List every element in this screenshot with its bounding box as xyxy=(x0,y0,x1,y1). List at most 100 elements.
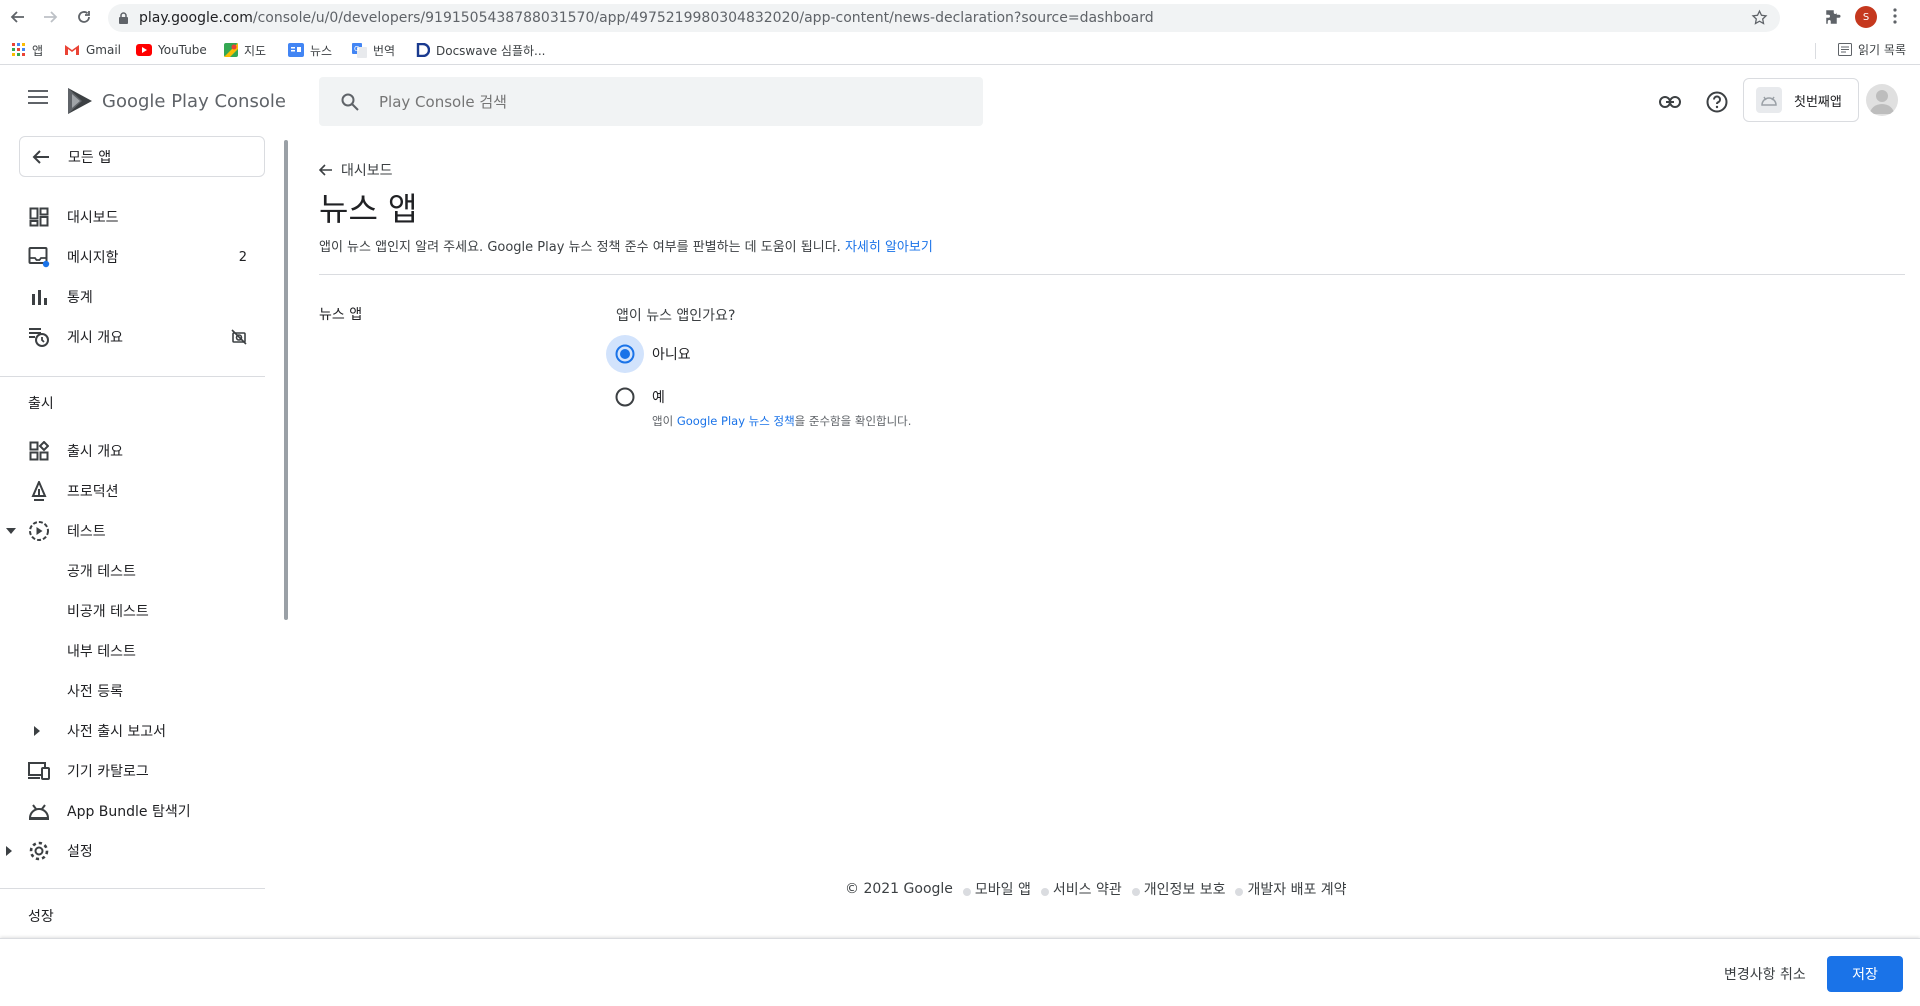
bottom-action-bar: 변경사항 취소 저장 xyxy=(0,938,1920,1006)
sidebar-item-testing[interactable]: 테스트 xyxy=(0,513,265,549)
bookmark-label: 뉴스 xyxy=(310,43,333,58)
radio-option-no[interactable]: 아니요 xyxy=(606,335,691,373)
bookmark-apps[interactable]: 앱 xyxy=(12,41,43,59)
search-box[interactable] xyxy=(319,77,983,126)
radio-no[interactable] xyxy=(606,335,644,373)
sidebar-item-label: 사전 등록 xyxy=(67,684,123,700)
translate-icon: G xyxy=(352,42,367,58)
all-apps-button[interactable]: 모든 앱 xyxy=(19,136,265,177)
sidebar-item-pre-registration[interactable]: 사전 등록 xyxy=(0,673,265,709)
bookmark-youtube[interactable]: YouTube xyxy=(136,41,207,59)
bookmark-translate[interactable]: G 번역 xyxy=(352,41,395,59)
breadcrumb-back-arrow-icon xyxy=(319,164,333,176)
inbox-icon xyxy=(28,246,50,268)
footer-dot xyxy=(1131,888,1140,896)
sidebar-item-release-overview[interactable]: 출시 개요 xyxy=(0,433,265,469)
sidebar-item-dashboard[interactable]: 대시보드 xyxy=(0,199,265,235)
bookmark-label: 지도 xyxy=(244,43,267,58)
android-app-icon xyxy=(1756,87,1782,113)
description-text: 앱이 뉴스 앱인지 알려 주세요. Google Play 뉴스 정책 준수 여… xyxy=(319,240,841,255)
bar-chart-icon xyxy=(28,286,50,308)
extensions-puzzle-icon[interactable] xyxy=(1824,8,1842,26)
breadcrumb[interactable]: 대시보드 xyxy=(319,160,393,180)
caret-right-icon[interactable] xyxy=(6,846,12,856)
bookmark-label: Gmail xyxy=(86,43,122,57)
sidebar-item-label: 메시지함 xyxy=(67,250,119,266)
sidebar-item-device-catalog[interactable]: 기기 카탈로그 xyxy=(0,753,265,789)
reload-icon[interactable] xyxy=(74,7,94,27)
bookmark-gmail[interactable]: Gmail xyxy=(64,41,121,59)
bookmark-label: 앱 xyxy=(32,43,44,58)
learn-more-link[interactable]: 자세히 알아보기 xyxy=(845,240,933,255)
logo-text-google-play: Google Play xyxy=(102,90,209,112)
page-description: 앱이 뉴스 앱인지 알려 주세요. Google Play 뉴스 정책 준수 여… xyxy=(319,236,933,255)
all-apps-label: 모든 앱 xyxy=(68,149,112,166)
sidebar-item-statistics[interactable]: 통계 xyxy=(0,279,265,315)
app-switcher-chip[interactable]: 첫번째앱 xyxy=(1743,78,1859,122)
sidebar-item-pre-launch-report[interactable]: 사전 출시 보고서 xyxy=(0,713,265,749)
news-app-question: 앱이 뉴스 앱인가요? xyxy=(616,308,736,324)
sidebar-item-label: 통계 xyxy=(67,290,93,306)
field-label-news-app: 뉴스 앱 xyxy=(319,307,363,323)
caret-right-icon[interactable] xyxy=(34,726,40,736)
sidebar-item-settings[interactable]: 설정 xyxy=(0,833,265,869)
bookmark-docswave[interactable]: Docswave 심플하... xyxy=(416,41,545,59)
sidebar-item-label: 기기 카탈로그 xyxy=(67,764,149,780)
footer-dot xyxy=(1235,888,1244,896)
bookmark-label: Docswave 심플하... xyxy=(436,43,546,58)
news-policy-link[interactable]: Google Play 뉴스 정책 xyxy=(677,414,795,428)
browser-toolbar: play.google.com/console/u/0/developers/9… xyxy=(0,0,1920,34)
forward-arrow-icon[interactable] xyxy=(40,7,60,27)
menu-hamburger-icon[interactable] xyxy=(28,90,48,104)
settings-icon xyxy=(28,840,50,862)
reading-list[interactable]: 읽기 목록 xyxy=(1838,41,1906,58)
radio-yes[interactable] xyxy=(606,378,644,416)
browser-menu-icon[interactable] xyxy=(1893,8,1897,24)
discard-changes-button[interactable]: 변경사항 취소 xyxy=(1712,956,1818,992)
sidebar-item-closed-testing[interactable]: 비공개 테스트 xyxy=(0,593,265,629)
bookmark-maps[interactable]: 지도 xyxy=(224,41,266,59)
sidebar: 모든 앱 대시보드 메시지함 2 통계 게시 개요 출시 출시 개요 프로덕션 … xyxy=(0,136,290,938)
radio-no-label: 아니요 xyxy=(652,347,691,363)
sidebar-item-label: 프로덕션 xyxy=(67,484,119,500)
bookmark-label: 번역 xyxy=(373,43,396,58)
account-avatar[interactable] xyxy=(1866,84,1898,116)
footer-link-terms[interactable]: 서비스 약관 xyxy=(1053,879,1122,899)
save-button[interactable]: 저장 xyxy=(1827,956,1903,992)
footer-link-mobile-app[interactable]: 모바일 앱 xyxy=(975,879,1031,899)
back-arrow-icon[interactable] xyxy=(8,7,28,27)
sidebar-item-app-bundle-explorer[interactable]: App Bundle 탐색기 xyxy=(0,793,265,829)
radio-option-yes[interactable]: 예 앱이 Google Play 뉴스 정책을 준수함을 확인합니다. xyxy=(606,378,911,429)
caret-down-icon[interactable] xyxy=(6,528,16,534)
sidebar-item-label: 사전 출시 보고서 xyxy=(67,724,167,740)
sidebar-scrollbar[interactable] xyxy=(284,140,288,620)
lock-icon xyxy=(118,11,129,25)
sidebar-section-growth: 성장 xyxy=(28,909,54,925)
address-bar[interactable]: play.google.com/console/u/0/developers/9… xyxy=(108,4,1780,32)
sidebar-item-internal-testing[interactable]: 내부 테스트 xyxy=(0,633,265,669)
docswave-icon xyxy=(416,43,430,57)
sidebar-divider xyxy=(0,888,265,889)
sidebar-item-production[interactable]: 프로덕션 xyxy=(0,473,265,509)
app-name: 첫번째앱 xyxy=(1794,94,1842,110)
play-console-logo[interactable]: Google Play Console xyxy=(66,86,286,116)
testing-icon xyxy=(28,520,50,542)
search-input[interactable] xyxy=(379,92,879,111)
youtube-icon xyxy=(136,44,152,56)
link-icon[interactable] xyxy=(1658,90,1682,114)
bookmark-star-icon[interactable] xyxy=(1751,9,1768,26)
sidebar-divider xyxy=(0,376,265,377)
release-overview-icon xyxy=(28,440,50,462)
sidebar-item-label: 설정 xyxy=(67,844,93,860)
sidebar-item-publishing-overview[interactable]: 게시 개요 xyxy=(0,319,265,355)
sidebar-item-open-testing[interactable]: 공개 테스트 xyxy=(0,553,265,589)
maps-icon xyxy=(224,43,238,57)
sidebar-item-inbox[interactable]: 메시지함 2 xyxy=(0,239,265,275)
footer-link-developer-agreement[interactable]: 개발자 배포 계약 xyxy=(1247,879,1346,899)
footer-link-privacy[interactable]: 개인정보 보호 xyxy=(1144,879,1226,899)
bookmark-news[interactable]: 뉴스 xyxy=(288,41,332,59)
help-icon[interactable] xyxy=(1705,90,1729,114)
dashboard-icon xyxy=(28,206,50,228)
browser-profile-avatar[interactable]: S xyxy=(1855,6,1877,28)
sidebar-item-label: 비공개 테스트 xyxy=(67,604,149,620)
